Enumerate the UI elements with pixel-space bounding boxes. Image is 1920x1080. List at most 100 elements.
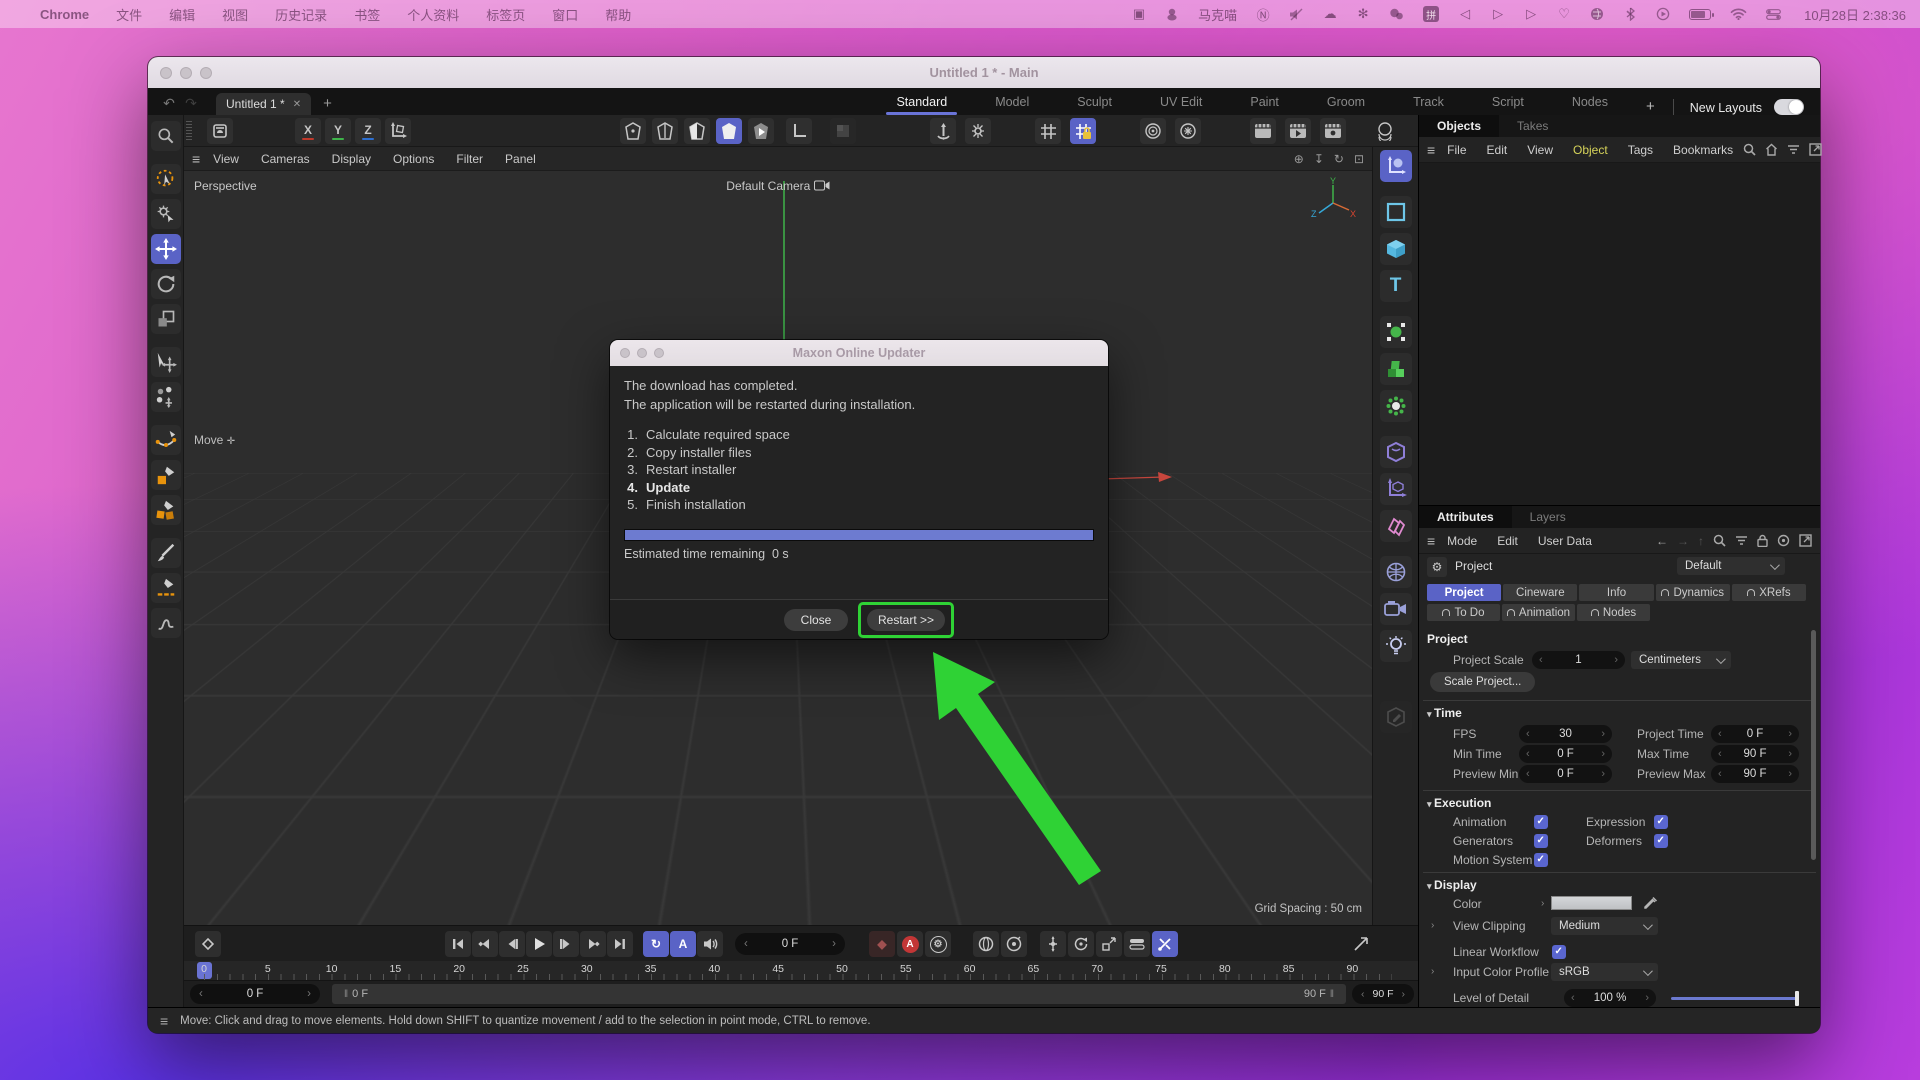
render-view-button[interactable] [1250, 118, 1276, 144]
tv-app-icon[interactable]: ▣ [1132, 6, 1146, 22]
layout-tab-script[interactable]: Script [1468, 88, 1548, 115]
objects-filter-icon[interactable] [1787, 144, 1800, 155]
objects-list-area[interactable] [1419, 163, 1820, 506]
rotate-tool-button[interactable] [151, 269, 181, 299]
attributes-scrollbar[interactable] [1811, 630, 1816, 860]
key-rotation-button[interactable] [1068, 931, 1094, 957]
line-pen-tool-button[interactable] [151, 573, 181, 603]
live-selection-tool-button[interactable] [151, 164, 181, 194]
spline-pen-tool-button[interactable] [151, 425, 181, 455]
animation-checkbox[interactable] [1534, 815, 1548, 829]
wechat-icon[interactable] [1389, 6, 1404, 22]
new-layouts-label[interactable]: New Layouts [1678, 101, 1774, 115]
range-end-field[interactable]: 90 F [1352, 984, 1414, 1004]
material-rings-button[interactable] [1140, 118, 1166, 144]
tweak-tool-button[interactable] [151, 199, 181, 229]
add-document-tab-button[interactable]: + [323, 95, 332, 115]
loop-mode-button[interactable]: ↻ [643, 931, 669, 957]
new-layouts-toggle[interactable] [1774, 99, 1804, 115]
display-section-header[interactable]: Display [1427, 878, 1477, 892]
lock-grid-button[interactable] [1070, 118, 1096, 144]
document-tab[interactable]: Untitled 1 * ✕ [216, 93, 311, 115]
timeline-expand-button[interactable] [1348, 931, 1374, 957]
attr-target-icon[interactable] [1777, 534, 1790, 547]
layout-tab-track[interactable]: Track [1389, 88, 1468, 115]
control-center-icon[interactable] [1766, 6, 1781, 22]
attribute-tab-project[interactable]: Project [1427, 584, 1501, 601]
go-to-end-button[interactable] [607, 931, 633, 957]
polygon-pen-tool-button[interactable] [151, 495, 181, 525]
render-to-picture-viewer-button[interactable] [1285, 118, 1311, 144]
attributes-menu-user-data[interactable]: User Data [1528, 534, 1602, 548]
null-axis-button[interactable] [1380, 473, 1412, 505]
viewport-menu-filter[interactable]: Filter [445, 152, 494, 166]
undo-bucket-button[interactable] [207, 118, 233, 144]
viewport-pan-icon[interactable]: ⊕ [1294, 152, 1304, 166]
menubar-item-9[interactable]: 帮助 [605, 5, 631, 24]
mute-icon[interactable] [1289, 6, 1304, 22]
z-axis-lock-button[interactable]: Z [355, 118, 381, 144]
animation-mode-button[interactable] [748, 118, 774, 144]
view-history-back-button[interactable] [930, 118, 956, 144]
subdivision-surface-button[interactable] [1380, 316, 1412, 348]
key-position-button[interactable] [1040, 931, 1066, 957]
scale-project-button[interactable]: Scale Project... [1430, 672, 1535, 692]
workplane-settings-button[interactable] [965, 118, 991, 144]
objects-popout-icon[interactable] [1809, 143, 1822, 156]
layout-tab-paint[interactable]: Paint [1226, 88, 1303, 115]
close-button[interactable]: Close [784, 609, 848, 631]
attributes-menu-mode[interactable]: Mode [1437, 534, 1487, 548]
layout-tab-standard[interactable]: Standard [872, 88, 971, 115]
viewport-dropdown-icon[interactable]: ↧ [1314, 152, 1324, 166]
viewport-menu-panel[interactable]: Panel [494, 152, 547, 166]
motion-system-checkbox[interactable] [1534, 853, 1548, 867]
project-time-stepper[interactable]: 0 F [1711, 725, 1799, 743]
attribute-tab-info[interactable]: Info [1579, 584, 1653, 601]
attribute-tab-nodes[interactable]: Nodes [1577, 604, 1650, 621]
view-clipping-expand-icon[interactable]: › [1431, 920, 1434, 931]
heart-icon[interactable]: ♡ [1557, 6, 1571, 22]
time-section-header[interactable]: Time [1427, 706, 1462, 720]
fps-stepper[interactable]: 30 [1519, 725, 1612, 743]
key-scale-button[interactable] [1096, 931, 1122, 957]
brush-tool-button[interactable] [151, 538, 181, 568]
array-generator-button[interactable] [1380, 353, 1412, 385]
viewport-menu-cameras[interactable]: Cameras [250, 152, 321, 166]
media-play-icon[interactable]: ▷ [1491, 6, 1505, 22]
menu-username[interactable]: 马克喵 [1198, 5, 1237, 24]
toolbar-drag-handle[interactable] [186, 121, 192, 141]
coordinate-system-button[interactable] [385, 118, 411, 144]
axis-mode-button[interactable] [786, 118, 812, 144]
menubar-item-0[interactable]: Chrome [40, 7, 89, 22]
workplane-snap-button[interactable] [830, 118, 856, 144]
menubar-item-4[interactable]: 历史记录 [275, 5, 327, 24]
menubar-item-7[interactable]: 标签页 [486, 5, 525, 24]
keying-settings-button[interactable]: ⚙ [925, 931, 951, 957]
record-position-scope-button[interactable] [973, 931, 999, 957]
objects-hamburger-icon[interactable]: ≡ [1427, 142, 1435, 158]
max-time-stepper[interactable]: 90 F [1711, 745, 1799, 763]
deformer-button[interactable] [1380, 436, 1412, 468]
generators-checkbox[interactable] [1534, 834, 1548, 848]
range-right-grip-icon[interactable]: ‖ [1330, 989, 1334, 1000]
unit-dropdown[interactable]: Centimeters [1631, 651, 1731, 669]
wifi-icon[interactable] [1730, 6, 1747, 22]
attribute-tab-to-do[interactable]: To Do [1427, 604, 1500, 621]
undo-icon[interactable]: ↶ [158, 95, 180, 115]
record-keyframe-button[interactable]: ◆ [869, 931, 895, 957]
camera-object-button[interactable] [1380, 593, 1412, 625]
viewport-menu-view[interactable]: View [202, 152, 250, 166]
restart-button[interactable]: Restart >> [867, 609, 945, 631]
color-expand-icon[interactable]: › [1541, 898, 1544, 909]
viewport-menu-display[interactable]: Display [321, 152, 382, 166]
current-frame-field[interactable]: 0 F [735, 933, 845, 955]
tab-layers[interactable]: Layers [1512, 506, 1584, 528]
media-prev-icon[interactable]: ◁ [1458, 6, 1472, 22]
attribute-tab-cineware[interactable]: Cineware [1503, 584, 1577, 601]
tab-takes[interactable]: Takes [1499, 115, 1566, 137]
next-frame-button[interactable] [553, 931, 579, 957]
render-settings-button[interactable] [1320, 118, 1346, 144]
generator-gear-button[interactable] [1380, 390, 1412, 422]
add-object-button[interactable] [1380, 150, 1412, 182]
attr-popout-icon[interactable] [1799, 534, 1812, 547]
